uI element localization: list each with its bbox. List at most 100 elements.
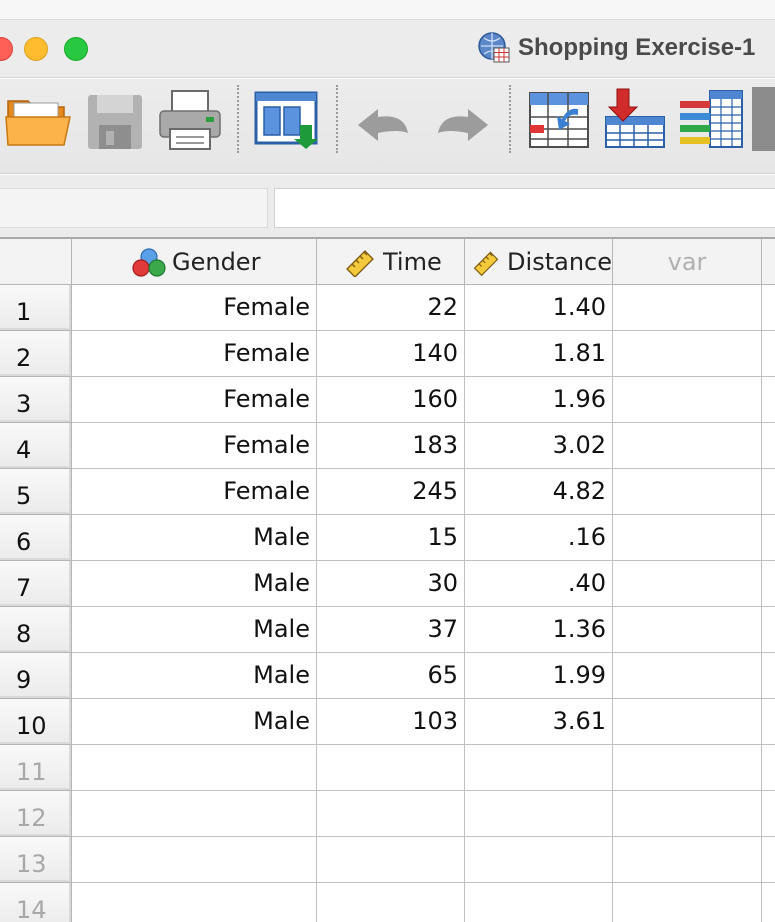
grid-corner[interactable] [0,239,72,285]
cell-time[interactable]: 245 [317,469,465,515]
cell-var[interactable] [613,883,762,922]
cell-distance[interactable]: .16 [465,515,613,561]
cell-gender[interactable]: Female [72,377,317,423]
cell-distance[interactable]: 1.36 [465,607,613,653]
cell-time[interactable]: 37 [317,607,465,653]
cell-next[interactable] [762,331,775,377]
cell-time[interactable] [317,883,465,922]
cell-value-box[interactable] [274,188,775,228]
cell-time[interactable]: 160 [317,377,465,423]
cell-next[interactable] [762,653,775,699]
cell-gender[interactable] [72,883,317,922]
cell-next[interactable] [762,377,775,423]
cell-gender[interactable] [72,745,317,791]
column-header-gender[interactable]: Gender [72,239,317,285]
open-folder-icon[interactable] [4,87,74,151]
print-icon[interactable] [156,87,226,151]
cell-distance[interactable] [465,883,613,922]
cell-next[interactable] [762,745,775,791]
go-to-variable-icon[interactable] [600,87,670,151]
row-header[interactable]: 11 [0,745,72,791]
cell-distance[interactable]: 1.81 [465,331,613,377]
toolbar-overflow-icon[interactable] [752,87,775,151]
cell-time[interactable]: 140 [317,331,465,377]
cell-time[interactable]: 22 [317,285,465,331]
row-header[interactable]: 6 [0,515,72,561]
cell-var[interactable] [613,377,762,423]
zoom-button[interactable] [64,37,88,61]
cell-distance[interactable]: .40 [465,561,613,607]
cell-distance[interactable]: 1.96 [465,377,613,423]
cell-var[interactable] [613,285,762,331]
row-header[interactable]: 1 [0,285,72,331]
cell-distance[interactable] [465,837,613,883]
cell-gender[interactable] [72,837,317,883]
column-header-time[interactable]: Time [317,239,465,285]
cell-distance[interactable]: 1.40 [465,285,613,331]
cell-reference-box[interactable] [0,188,268,228]
cell-distance[interactable]: 3.61 [465,699,613,745]
cell-time[interactable]: 183 [317,423,465,469]
go-to-case-icon[interactable] [526,87,596,151]
row-header[interactable]: 14 [0,883,72,922]
row-header[interactable]: 2 [0,331,72,377]
row-header[interactable]: 5 [0,469,72,515]
row-header[interactable]: 4 [0,423,72,469]
row-header[interactable]: 12 [0,791,72,837]
cell-next[interactable] [762,285,775,331]
cell-var[interactable] [613,515,762,561]
cell-time[interactable] [317,837,465,883]
cell-gender[interactable]: Female [72,285,317,331]
save-disk-icon[interactable] [82,87,152,151]
cell-var[interactable] [613,653,762,699]
cell-next[interactable] [762,699,775,745]
cell-next[interactable] [762,515,775,561]
cell-time[interactable]: 15 [317,515,465,561]
cell-var[interactable] [613,837,762,883]
cell-time[interactable]: 65 [317,653,465,699]
cell-next[interactable] [762,837,775,883]
redo-icon[interactable] [424,87,494,151]
column-header-distance[interactable]: Distance [465,239,613,285]
cell-distance[interactable] [465,745,613,791]
cell-next[interactable] [762,423,775,469]
close-button[interactable] [0,37,13,61]
cell-var[interactable] [613,699,762,745]
row-header[interactable]: 7 [0,561,72,607]
cell-next[interactable] [762,883,775,922]
row-header[interactable]: 8 [0,607,72,653]
variables-icon[interactable] [676,87,746,151]
row-header[interactable]: 13 [0,837,72,883]
cell-gender[interactable] [72,791,317,837]
cell-time[interactable]: 30 [317,561,465,607]
column-header-var[interactable]: var [613,239,762,285]
cell-var[interactable] [613,331,762,377]
undo-icon[interactable] [352,87,422,151]
cell-var[interactable] [613,469,762,515]
cell-next[interactable] [762,561,775,607]
cell-gender[interactable]: Female [72,423,317,469]
cell-var[interactable] [613,607,762,653]
cell-gender[interactable]: Female [72,469,317,515]
cell-distance[interactable] [465,791,613,837]
cell-time[interactable]: 103 [317,699,465,745]
minimize-button[interactable] [24,37,48,61]
recall-dialog-icon[interactable] [252,87,322,151]
row-header[interactable]: 10 [0,699,72,745]
cell-var[interactable] [613,423,762,469]
cell-var[interactable] [613,561,762,607]
cell-gender[interactable]: Female [72,331,317,377]
cell-time[interactable] [317,791,465,837]
cell-gender[interactable]: Male [72,515,317,561]
cell-gender[interactable]: Male [72,561,317,607]
cell-gender[interactable]: Male [72,699,317,745]
cell-next[interactable] [762,791,775,837]
cell-gender[interactable]: Male [72,653,317,699]
row-header[interactable]: 3 [0,377,72,423]
cell-next[interactable] [762,469,775,515]
cell-time[interactable] [317,745,465,791]
cell-var[interactable] [613,745,762,791]
cell-next[interactable] [762,607,775,653]
cell-distance[interactable]: 4.82 [465,469,613,515]
column-header-next[interactable] [762,239,775,285]
